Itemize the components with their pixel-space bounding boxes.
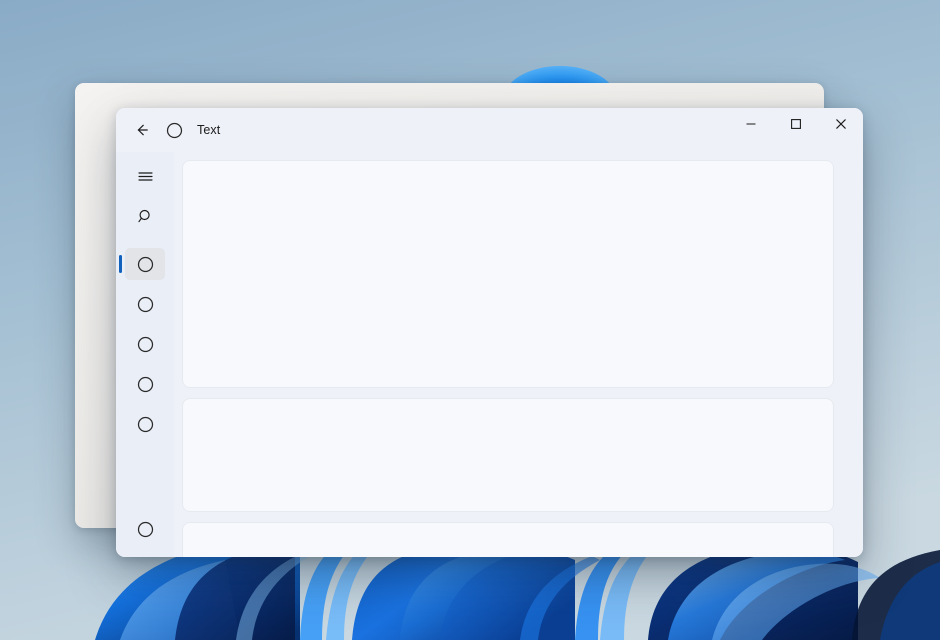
maximize-button[interactable] [773,108,818,140]
content-area [174,152,863,557]
nav-item-1[interactable] [119,248,165,280]
hamburger-menu-icon [137,171,153,181]
nav-settings[interactable] [125,513,165,545]
back-button[interactable] [125,115,159,145]
circle-icon [137,521,153,537]
nav-search[interactable] [125,200,165,232]
nav-toggle[interactable] [125,160,165,192]
app-icon [163,119,185,141]
arrow-left-icon [137,124,148,136]
search-icon [137,209,150,222]
nav-item-4[interactable] [125,368,165,400]
minimize-button[interactable] [728,108,773,140]
circle-icon [137,416,153,432]
window-title: Text [197,123,221,137]
minimize-icon [746,123,755,125]
circle-icon [137,296,153,312]
content-card-1[interactable] [182,160,834,388]
navigation-sidebar [116,152,174,557]
close-icon [835,119,846,129]
circle-icon [166,122,182,138]
content-card-2[interactable] [182,398,834,512]
circle-icon [137,336,153,352]
circle-icon [137,256,153,272]
nav-item-3[interactable] [125,328,165,360]
circle-icon [137,376,153,392]
title-bar[interactable]: Text [116,108,863,152]
nav-item-5[interactable] [125,408,165,440]
close-button[interactable] [818,108,863,140]
nav-item-2[interactable] [125,288,165,320]
window-body [116,152,863,557]
desktop: Text [0,0,940,640]
maximize-icon [790,119,801,129]
content-card-3[interactable] [182,522,834,557]
window-controls [728,108,863,152]
app-window: Text [116,108,863,557]
